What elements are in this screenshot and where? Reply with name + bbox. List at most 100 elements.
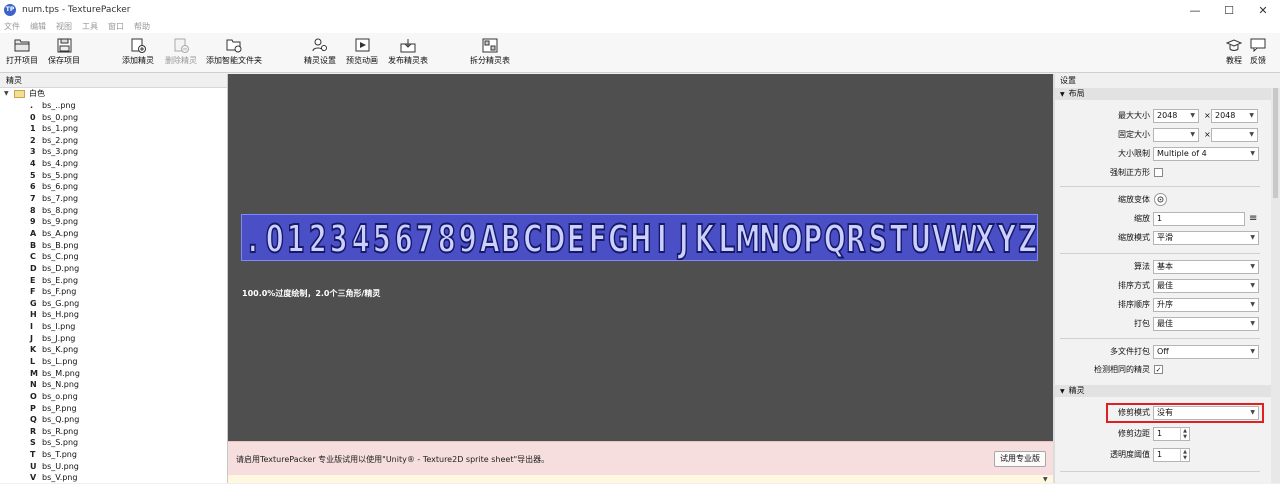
sprite-list-item[interactable]: Jbs_J.png	[0, 332, 227, 344]
sprite-list-item[interactable]: Tbs_T.png	[0, 449, 227, 461]
sprite-list-item[interactable]: Fbs_F.png	[0, 286, 227, 298]
scroll-down-icon[interactable]: ▼	[1043, 476, 1048, 483]
sprite-glyph[interactable]: W	[949, 215, 979, 261]
max-height-input[interactable]: 2048 ▼	[1211, 109, 1258, 123]
pack-select[interactable]: 最佳 ▼	[1153, 317, 1259, 331]
sprite-list-item[interactable]: Ebs_E.png	[0, 274, 227, 286]
add-sprite-button[interactable]: 添加精灵	[122, 37, 154, 66]
sprite-glyph[interactable]: 5	[372, 215, 391, 261]
scale-input[interactable]: 1	[1153, 212, 1245, 226]
tutorial-button[interactable]: 教程	[1226, 37, 1242, 66]
tree-folder[interactable]: ▼ 白色	[0, 88, 227, 100]
fixed-height-input[interactable]: ▼	[1211, 128, 1258, 142]
menu-view[interactable]: 视图	[56, 21, 72, 32]
sprite-glyph[interactable]: 3	[329, 215, 348, 261]
algorithm-select[interactable]: 基本 ▼	[1153, 260, 1259, 274]
sprite-glyph[interactable]: E	[566, 215, 585, 261]
sort-by-select[interactable]: 最佳 ▼	[1153, 279, 1259, 293]
sprite-list-item[interactable]: 7 bs_7.png	[0, 193, 227, 205]
sprite-glyph[interactable]: O	[780, 215, 803, 261]
sprite-glyph[interactable]: K	[694, 215, 715, 261]
sprite-list-item[interactable]: 3 bs_3.png	[0, 146, 227, 158]
scrollbar-thumb[interactable]	[1273, 88, 1278, 198]
sprite-list-item[interactable]: Bbs_B.png	[0, 239, 227, 251]
sprite-list-item[interactable]: 5 bs_5.png	[0, 169, 227, 181]
menu-file[interactable]: 文件	[4, 21, 20, 32]
spinner-arrows-icon[interactable]: ▲ ▼	[1180, 449, 1189, 461]
sprite-glyph[interactable]: 7	[415, 215, 434, 261]
gear-icon[interactable]	[1154, 193, 1167, 206]
sprite-list-item[interactable]: Lbs_L.png	[0, 356, 227, 368]
split-sprite-sheet-button[interactable]: 拆分精灵表	[470, 37, 510, 66]
add-smart-folder-button[interactable]: 添加智能文件夹	[206, 37, 262, 66]
sprite-list-item[interactable]: 6 bs_6.png	[0, 181, 227, 193]
sprite-list-item[interactable]: Cbs_C.png	[0, 251, 227, 263]
menu-icon[interactable]: ≡	[1249, 212, 1257, 226]
sprite-list-item[interactable]: Hbs_H.png	[0, 309, 227, 321]
sprite-list-item[interactable]: Ubs_U.png	[0, 460, 227, 472]
maximize-button[interactable]: ☐	[1212, 0, 1246, 20]
fixed-width-input[interactable]: ▼	[1153, 128, 1199, 142]
sprite-list-item[interactable]: Dbs_D.png	[0, 263, 227, 275]
menu-tools[interactable]: 工具	[82, 21, 98, 32]
force-square-checkbox[interactable]	[1154, 168, 1163, 177]
minimize-button[interactable]: —	[1178, 0, 1212, 20]
sprite-glyph[interactable]: 0	[265, 215, 284, 261]
sprite-glyph[interactable]: R	[845, 215, 866, 261]
sprite-list-item[interactable]: 2 bs_2.png	[0, 135, 227, 147]
sprite-glyph[interactable]: T	[889, 215, 908, 261]
sprite-glyph[interactable]: A	[479, 215, 500, 261]
sprites-section-header[interactable]: ▼ 精灵	[1055, 385, 1271, 397]
menu-help[interactable]: 帮助	[134, 21, 150, 32]
sprite-glyph[interactable]: 6	[394, 215, 413, 261]
sprite-glyph[interactable]: H	[629, 215, 652, 261]
sprite-glyph[interactable]: V	[931, 215, 952, 261]
sprite-glyph[interactable]: 9	[459, 215, 478, 261]
sprite-list-item[interactable]: Rbs_R.png	[0, 426, 227, 438]
menu-window[interactable]: 窗口	[108, 21, 124, 32]
sprite-glyph[interactable]: U	[909, 215, 931, 261]
sprite-sheet-canvas[interactable]	[228, 74, 1055, 483]
sprite-glyph[interactable]: C	[523, 215, 543, 261]
detect-identical-checkbox[interactable]: ✓	[1154, 365, 1163, 374]
sprite-glyph[interactable]: M	[735, 215, 762, 261]
sprite-list-item[interactable]: . bs_..png	[0, 100, 227, 112]
sprite-glyph[interactable]: 1	[286, 215, 305, 261]
save-project-button[interactable]: 保存项目	[48, 37, 80, 66]
sprite-glyph[interactable]: Y	[997, 215, 1017, 261]
sprite-list-item[interactable]: Abs_A.png	[0, 228, 227, 240]
scale-mode-select[interactable]: 平滑 ▼	[1153, 231, 1259, 245]
sprite-list-item[interactable]: Mbs_M.png	[0, 367, 227, 379]
collapse-arrow-icon[interactable]: ▼	[4, 90, 14, 97]
menu-edit[interactable]: 编辑	[30, 21, 46, 32]
sprite-glyph[interactable]: 2	[308, 215, 327, 261]
sprite-list-item[interactable]: Sbs_S.png	[0, 437, 227, 449]
sort-order-select[interactable]: 升序 ▼	[1153, 298, 1259, 312]
sprite-glyph[interactable]: .	[245, 215, 260, 261]
sprite-list-item[interactable]: Gbs_G.png	[0, 297, 227, 309]
multipack-select[interactable]: Off ▼	[1153, 345, 1259, 359]
layout-section-header[interactable]: ▼ 布局	[1055, 88, 1271, 100]
sprite-glyph[interactable]: B	[501, 215, 522, 261]
sprite-glyph[interactable]: S	[867, 215, 887, 261]
sprite-list-item[interactable]: 9 bs_9.png	[0, 216, 227, 228]
sprite-list-item[interactable]: Vbs_V.png	[0, 472, 227, 484]
sprite-glyph[interactable]: F	[588, 215, 607, 261]
open-project-button[interactable]: 打开项目	[6, 37, 38, 66]
settings-scrollbar[interactable]	[1271, 88, 1280, 483]
sprite-list-item[interactable]: Nbs_N.png	[0, 379, 227, 391]
sprite-glyph[interactable]: L	[718, 215, 736, 261]
sprite-glyph[interactable]: Z	[1018, 215, 1037, 261]
spinner-arrows-icon[interactable]: ▲ ▼	[1180, 428, 1189, 440]
sprite-glyph[interactable]: P	[803, 215, 823, 261]
sprite-list-item[interactable]: 0 bs_0.png	[0, 111, 227, 123]
max-width-input[interactable]: 2048 ▼	[1153, 109, 1199, 123]
sprite-list-item[interactable]: Pbs_P.png	[0, 402, 227, 414]
sprite-list-item[interactable]: Qbs_Q.png	[0, 414, 227, 426]
sprite-list-item[interactable]: Obs_o.png	[0, 391, 227, 403]
publish-sprite-sheet-button[interactable]: 发布精灵表	[388, 37, 428, 66]
sprite-list-item[interactable]: 4 bs_4.png	[0, 158, 227, 170]
sprite-glyph[interactable]: 4	[351, 215, 370, 261]
try-pro-button[interactable]: 试用专业版	[994, 451, 1046, 467]
sprite-list-item[interactable]: Kbs_K.png	[0, 344, 227, 356]
